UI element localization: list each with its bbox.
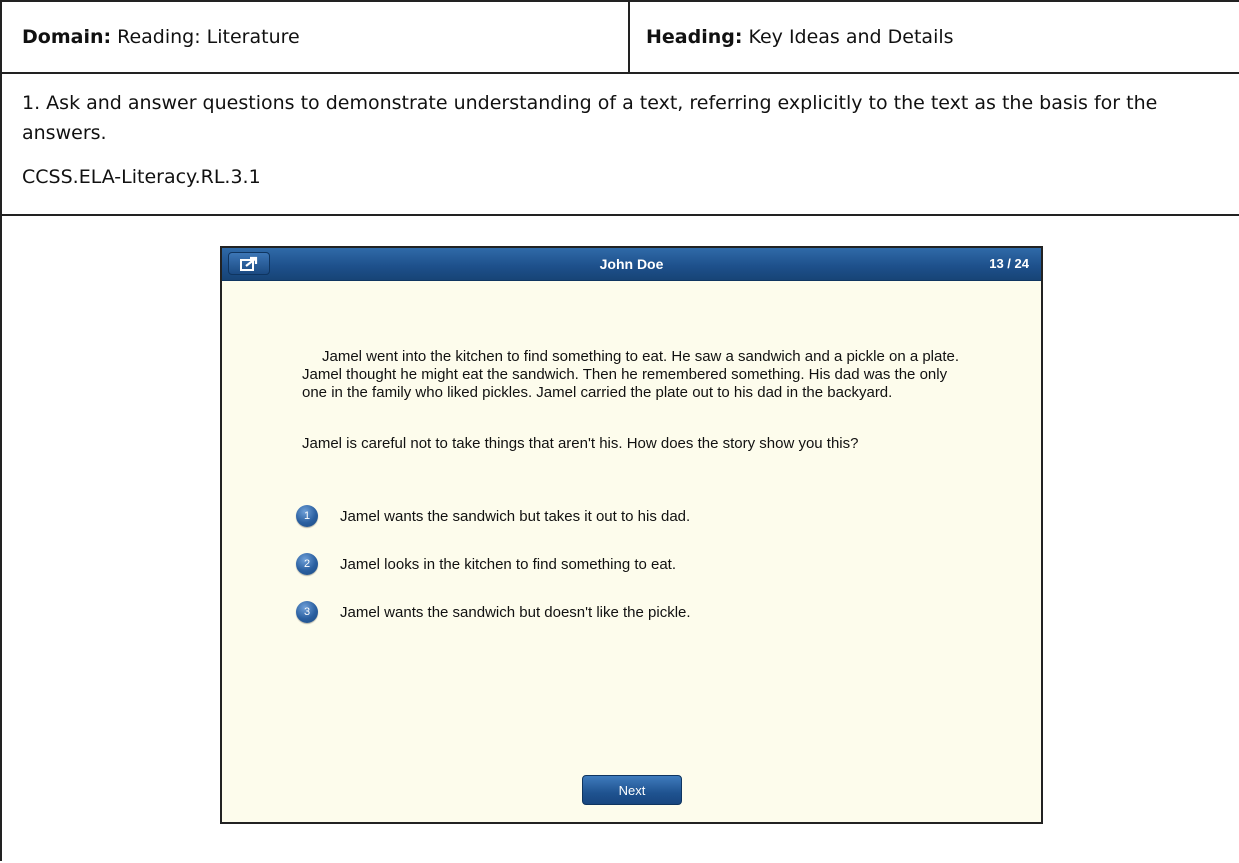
standards-table: Domain: Reading: Literature Heading: Key…	[0, 0, 1239, 861]
option-number-badge: 2	[296, 553, 318, 575]
answer-option-3[interactable]: 3 Jamel wants the sandwich but doesn't l…	[296, 601, 691, 623]
reading-passage: Jamel went into the kitchen to find some…	[302, 348, 960, 401]
standard-row: 1. Ask and answer questions to demonstra…	[2, 74, 1239, 216]
option-text: Jamel looks in the kitchen to find somet…	[340, 555, 677, 573]
option-text: Jamel wants the sandwich but takes it ou…	[340, 507, 691, 525]
standard-text: 1. Ask and answer questions to demonstra…	[22, 92, 1158, 144]
option-text: Jamel wants the sandwich but doesn't lik…	[340, 603, 691, 621]
heading-label: Heading:	[646, 26, 743, 48]
domain-value: Reading: Literature	[117, 26, 300, 48]
question-prompt: Jamel is careful not to take things that…	[302, 435, 859, 452]
app-title-bar: John Doe 13 / 24	[222, 248, 1041, 281]
answer-option-1[interactable]: 1 Jamel wants the sandwich but takes it …	[296, 505, 690, 527]
domain-cell: Domain: Reading: Literature	[2, 2, 630, 72]
standard-code: CCSS.ELA-Literacy.RL.3.1	[22, 166, 261, 188]
quiz-app-window: John Doe 13 / 24 Jamel went into the kit…	[220, 246, 1043, 824]
domain-label: Domain:	[22, 26, 112, 48]
heading-value: Key Ideas and Details	[748, 26, 954, 48]
option-number-badge: 1	[296, 505, 318, 527]
student-name: John Doe	[599, 256, 664, 272]
domain-row: Domain: Reading: Literature Heading: Key…	[2, 2, 1239, 74]
question-counter: 13 / 24	[989, 256, 1029, 271]
share-button[interactable]	[228, 252, 270, 275]
answer-option-2[interactable]: 2 Jamel looks in the kitchen to find som…	[296, 553, 676, 575]
option-number-badge: 3	[296, 601, 318, 623]
share-icon	[240, 256, 258, 271]
heading-cell: Heading: Key Ideas and Details	[630, 2, 1239, 72]
next-button[interactable]: Next	[582, 775, 682, 805]
screenshot-row: John Doe 13 / 24 Jamel went into the kit…	[2, 216, 1239, 863]
